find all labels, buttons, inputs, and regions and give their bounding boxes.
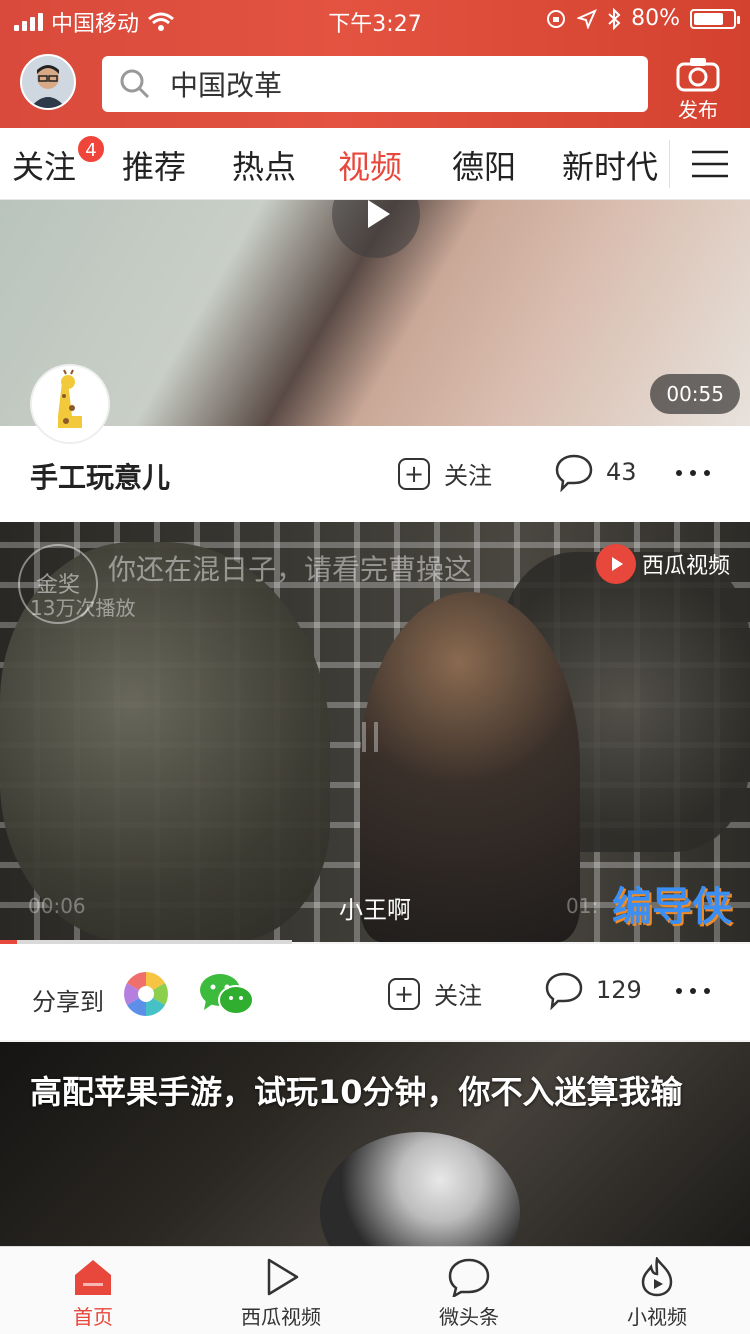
nav-label: 小视频 — [627, 1305, 687, 1329]
top-header: 中国移动 下午3:27 80% 中国改革 发布 — [0, 0, 750, 128]
tab-label: 视频 — [338, 148, 403, 186]
tab-follow[interactable]: 关注 4 — [12, 134, 106, 188]
user-avatar[interactable] — [20, 54, 76, 110]
tab-recommend[interactable]: 推荐 — [122, 142, 186, 188]
video-thumbnail-1[interactable]: 00:55 — [0, 200, 750, 426]
tab-hot[interactable]: 热点 — [232, 142, 296, 188]
pause-icon[interactable] — [362, 722, 378, 752]
search-bar[interactable]: 中国改革 — [102, 56, 648, 112]
plus-icon: + — [398, 457, 430, 490]
video-info-row-1: 手工玩意儿 + 关注 43 — [0, 426, 750, 522]
status-bar: 中国移动 下午3:27 80% — [0, 0, 750, 40]
publish-label: 发布 — [678, 98, 718, 122]
tab-label: 热点 — [232, 148, 297, 186]
status-right: 80% — [545, 6, 740, 31]
video-play-count: 13万次播放 — [30, 596, 136, 620]
battery-percent: 80% — [631, 6, 680, 31]
tab-label: 推荐 — [122, 148, 187, 186]
follow-label: 关注 — [434, 982, 482, 1010]
tab-label: 关注 — [12, 148, 77, 186]
category-tabs: 关注 4 推荐 热点 视频 德阳 新时代 — [0, 128, 750, 200]
tab-new-era[interactable]: 新时代 — [562, 142, 658, 188]
tab-label: 德阳 — [452, 148, 517, 186]
scene-figure — [320, 1132, 520, 1252]
comment-icon — [545, 972, 583, 1010]
brand-watermark: 编导侠 — [612, 884, 732, 930]
tab-deyang[interactable]: 德阳 — [452, 142, 516, 188]
more-icon[interactable] — [676, 470, 710, 476]
comment-count: 43 — [606, 458, 637, 486]
comment-count: 129 — [596, 976, 642, 1004]
location-icon — [577, 8, 598, 29]
wechat-share-icon[interactable] — [198, 970, 254, 1018]
chat-bubble-icon — [448, 1258, 490, 1297]
publish-button[interactable]: 发布 — [670, 56, 726, 122]
tab-divider — [669, 140, 670, 188]
follow-button[interactable]: + 关注 — [398, 456, 492, 491]
video-player-2[interactable]: 金奖 你还在混日子，请看完曹操这 13万次播放 西瓜视频 00:06 小王啊 0… — [0, 522, 750, 942]
nav-home[interactable]: 首页 — [18, 1257, 168, 1330]
nav-short-video[interactable]: 小视频 — [582, 1257, 732, 1330]
tab-label: 新时代 — [562, 148, 659, 186]
comment-button[interactable]: 129 — [544, 970, 642, 1010]
channel-avatar[interactable] — [30, 364, 110, 444]
nav-label: 微头条 — [439, 1305, 499, 1329]
nav-label: 西瓜视频 — [241, 1305, 321, 1329]
nav-micro-headline[interactable]: 微头条 — [394, 1257, 544, 1330]
video-title: 高配苹果手游，试玩10分钟，你不入迷算我输 — [30, 1073, 683, 1111]
more-icon[interactable] — [676, 988, 710, 994]
nav-xigua-video[interactable]: 西瓜视频 — [206, 1257, 356, 1330]
channel-name[interactable]: 手工玩意儿 — [30, 456, 170, 496]
flame-play-icon — [641, 1257, 673, 1297]
xigua-logo-icon — [595, 544, 636, 584]
moments-share-icon[interactable] — [122, 970, 170, 1018]
video-info-row-2: 分享到 + 关注 129 — [0, 944, 750, 1040]
play-button[interactable] — [332, 200, 420, 258]
plus-icon: + — [388, 977, 420, 1010]
home-icon — [75, 1260, 111, 1295]
tab-video[interactable]: 视频 — [338, 142, 402, 188]
time-total: 01: — [566, 894, 599, 918]
video-duration: 00:55 — [650, 374, 740, 414]
comment-button[interactable]: 43 — [554, 452, 637, 492]
camera-icon — [676, 58, 720, 92]
rotation-lock-icon — [547, 9, 566, 28]
search-icon — [120, 69, 150, 99]
nav-label: 首页 — [73, 1305, 113, 1329]
bottom-nav: 首页 西瓜视频 微头条 小视频 — [0, 1246, 750, 1334]
search-text: 中国改革 — [170, 69, 283, 102]
tab-badge: 4 — [76, 134, 106, 164]
share-label: 分享到 — [32, 988, 104, 1016]
xigua-logo-text: 西瓜视频 — [641, 554, 730, 579]
comment-icon — [555, 454, 593, 492]
battery-icon — [690, 8, 740, 29]
play-icon — [368, 200, 390, 228]
follow-label: 关注 — [444, 462, 492, 490]
video-overlay-title: 你还在混日子，请看完曹操这 — [108, 553, 473, 586]
video-thumbnail-3[interactable]: 高配苹果手游，试玩10分钟，你不入迷算我输 — [0, 1042, 750, 1252]
xigua-watermark: 西瓜视频 — [595, 544, 730, 584]
bluetooth-icon — [608, 7, 621, 30]
play-icon — [267, 1258, 299, 1296]
menu-icon[interactable] — [692, 150, 728, 178]
follow-button[interactable]: + 关注 — [388, 976, 482, 1011]
